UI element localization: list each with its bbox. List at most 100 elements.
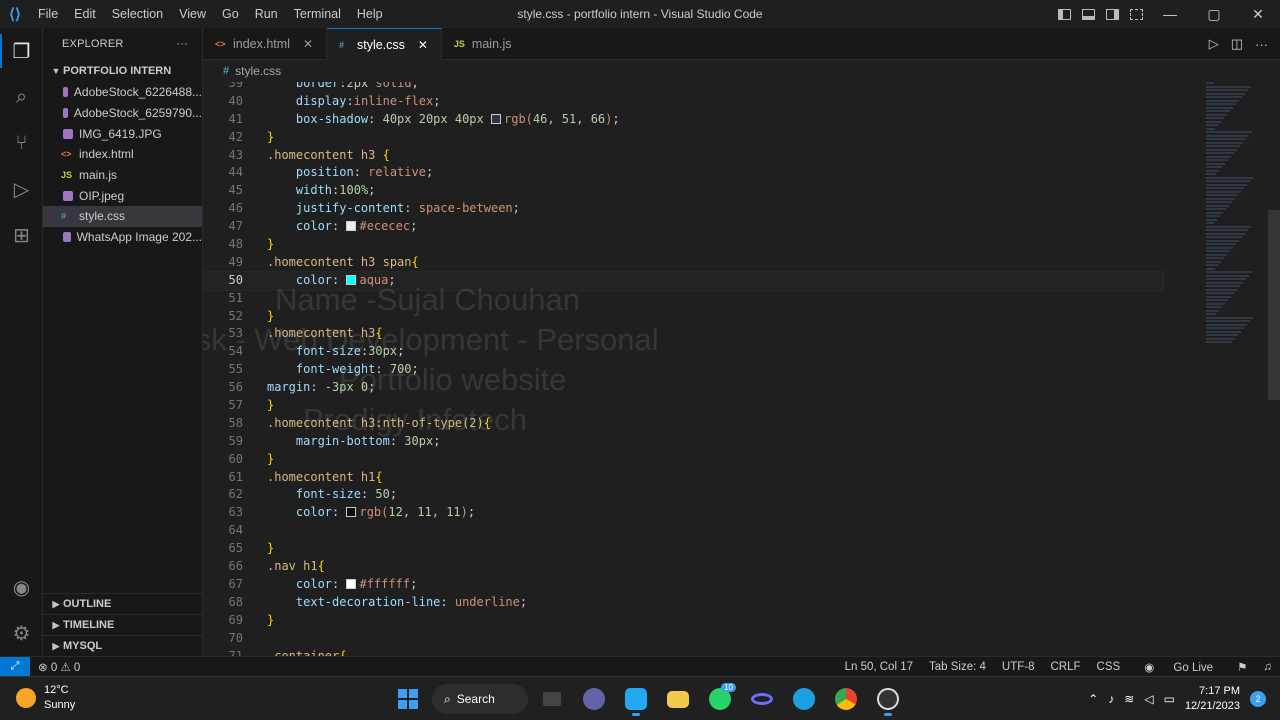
file-item[interactable]: # style.css [43, 206, 202, 227]
account-icon[interactable]: ◉ [0, 564, 43, 610]
taskbar-search[interactable]: ⌕ Search [432, 684, 528, 714]
battery-icon[interactable]: ▭ [1164, 692, 1175, 706]
code-line[interactable]: 39 border:2px solid; [203, 82, 1163, 93]
run-file-icon[interactable]: ▷ [1209, 36, 1219, 52]
code-line[interactable]: 56 margin: -3px 0; [203, 379, 1163, 397]
section-timeline[interactable]: ▶ TIMELINE [43, 614, 203, 635]
code-line[interactable]: 63 color: rgb(12, 11, 11); [203, 504, 1163, 522]
code-line[interactable]: 53 .homecontent h3{ [203, 325, 1163, 343]
vscode-logo-icon[interactable]: ⟨⟩ [0, 0, 30, 28]
folder-portfolio-intern[interactable]: ▼ PORTFOLIO INTERN [43, 60, 202, 82]
file-item[interactable]: JS main.js [43, 165, 202, 186]
file-item[interactable]: AdobeStock_6259790... [43, 103, 202, 124]
end-of-line[interactable]: CRLF [1043, 661, 1089, 673]
code-line[interactable]: 52} [203, 308, 1163, 326]
menu-go[interactable]: Go [214, 0, 247, 28]
code-line[interactable]: 46 justify-content: space-between; [203, 200, 1163, 218]
section-mysql[interactable]: ▶ MYSQL [43, 635, 203, 656]
code-line[interactable]: 40 display:inline-flex; [203, 93, 1163, 111]
close-window-button[interactable]: ✕ [1236, 0, 1280, 28]
code-line[interactable]: 41 box-shadow: 40px 20px 40px rgb(46, 51… [203, 111, 1163, 129]
menu-file[interactable]: File [30, 0, 66, 28]
menu-help[interactable]: Help [349, 0, 391, 28]
volume-icon[interactable]: ◁ [1144, 692, 1153, 706]
menu-view[interactable]: View [171, 0, 214, 28]
whatsapp-icon[interactable]: 10 [702, 681, 738, 717]
code-line[interactable]: 42} [203, 129, 1163, 147]
code-editor[interactable]: 39 border:2px solid; 40 display:inline-fl… [203, 82, 1280, 656]
edge-browser-icon[interactable] [786, 681, 822, 717]
explorer-icon[interactable]: ❐ [0, 28, 43, 74]
clock[interactable]: 7:17 PM 12/21/2023 [1185, 684, 1240, 714]
code-line[interactable]: 71 .container{ [203, 648, 1163, 657]
code-line[interactable]: 51 [203, 290, 1163, 308]
chevron-up-icon[interactable]: ⌃ [1088, 692, 1098, 706]
go-live-button[interactable]: ◉ Go Live [1128, 660, 1229, 674]
run-debug-icon[interactable]: ▷ [0, 166, 43, 212]
breadcrumb-file[interactable]: style.css [235, 64, 281, 78]
teams-chat-icon[interactable] [576, 681, 612, 717]
start-button[interactable] [390, 681, 426, 717]
file-item[interactable]: <> index.html [43, 144, 202, 165]
microphone-icon[interactable]: ♪ [1108, 692, 1114, 706]
scrollbar[interactable] [1268, 210, 1280, 400]
close-tab-icon[interactable]: ✕ [415, 38, 431, 52]
code-line[interactable]: 44 position: relative; [203, 164, 1163, 182]
file-item[interactable]: AdobeStock_6226488... [43, 82, 202, 103]
maximize-button[interactable]: ▢ [1192, 0, 1236, 28]
screen-recorder-icon[interactable] [870, 681, 906, 717]
code-line[interactable]: 57} [203, 397, 1163, 415]
tab-size[interactable]: Tab Size: 4 [921, 661, 994, 673]
code-line[interactable]: 62 font-size: 50; [203, 486, 1163, 504]
encoding[interactable]: UTF-8 [994, 661, 1043, 673]
toggle-panel-icon[interactable] [1076, 0, 1100, 28]
settings-gear-icon[interactable]: ⚙ [0, 610, 43, 656]
menu-selection[interactable]: Selection [104, 0, 171, 28]
source-control-icon[interactable]: ⑂ [0, 120, 43, 166]
close-tab-icon[interactable]: ✕ [300, 37, 316, 51]
file-item[interactable]: WhatsApp Image 202... [43, 227, 202, 248]
section-outline[interactable]: ▶ OUTLINE [43, 593, 203, 614]
tab-style-css[interactable]: # style.css ✕ [326, 28, 442, 60]
infinity-app-icon[interactable] [744, 681, 780, 717]
code-line[interactable]: 70 [203, 630, 1163, 648]
more-actions-icon[interactable]: ··· [176, 38, 188, 50]
extensions-icon[interactable]: ⊞ [0, 212, 43, 258]
weather-widget[interactable]: 12°C Sunny [16, 683, 75, 713]
toggle-secondary-sidebar-icon[interactable] [1100, 0, 1124, 28]
code-line[interactable]: 43 .homecontent h3 { [203, 147, 1163, 165]
code-line[interactable]: 68 text-decoration-line: underline; [203, 594, 1163, 612]
file-item[interactable]: IMG_6419.JPG [43, 123, 202, 144]
code-line[interactable]: 64 [203, 522, 1163, 540]
code-line[interactable]: 54 font-size:30px; [203, 343, 1163, 361]
code-line[interactable]: 66 .nav h1{ [203, 558, 1163, 576]
search-icon[interactable]: ⌕ [0, 74, 43, 120]
remote-icon[interactable]: ⤢ [0, 656, 30, 677]
code-line[interactable]: 69} [203, 612, 1163, 630]
wifi-icon[interactable]: ≋ [1124, 692, 1134, 706]
code-line[interactable]: 67 color: #ffffff; [203, 576, 1163, 594]
code-line[interactable]: 58 .homecontent h3:nth-of-type(2){ [203, 415, 1163, 433]
notifications-bell-icon[interactable]: ♫ [1255, 661, 1280, 673]
problems-indicator[interactable]: ⊗ 0 ⚠ 0 [38, 660, 80, 674]
minimap[interactable] [1206, 82, 1266, 656]
more-actions-icon[interactable]: ··· [1255, 37, 1268, 52]
code-line[interactable]: 48} [203, 236, 1163, 254]
menu-terminal[interactable]: Terminal [286, 0, 349, 28]
cursor-position[interactable]: Ln 50, Col 17 [837, 661, 921, 673]
tab-index-html[interactable]: <> index.html ✕ [203, 28, 327, 60]
language-mode[interactable]: CSS [1089, 661, 1129, 673]
menu-run[interactable]: Run [247, 0, 286, 28]
code-line[interactable]: 55 font-weight: 700; [203, 361, 1163, 379]
minimize-button[interactable]: — [1148, 0, 1192, 28]
tab-main-js[interactable]: JS main.js [442, 28, 592, 60]
code-line[interactable]: 65} [203, 540, 1163, 558]
notification-center-icon[interactable]: 2 [1250, 691, 1266, 707]
code-line[interactable]: 50 color: aqua; [203, 270, 1164, 291]
file-item[interactable]: OIP.jpeg [43, 185, 202, 206]
feedback-icon[interactable]: ⚑ [1229, 660, 1255, 674]
code-line[interactable]: 60} [203, 451, 1163, 469]
split-editor-icon[interactable]: ◫ [1231, 36, 1243, 52]
menu-edit[interactable]: Edit [66, 0, 104, 28]
vscode-taskbar-icon[interactable] [618, 681, 654, 717]
